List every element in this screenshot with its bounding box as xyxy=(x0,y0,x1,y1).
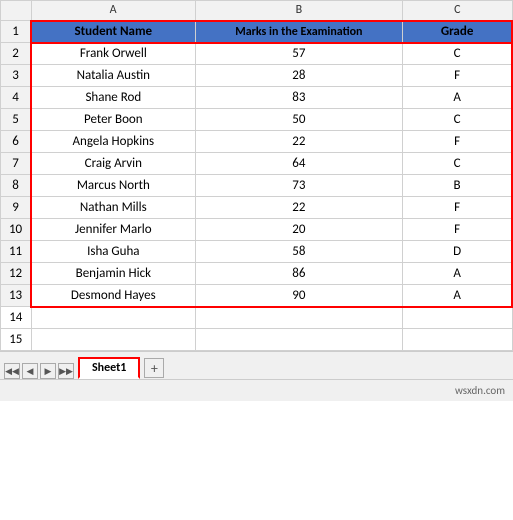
tab-navigation: ◀◀ ◀ ▶ ▶▶ xyxy=(4,363,74,379)
grade-cell: C xyxy=(403,43,512,65)
table-row: 13Desmond Hayes90A xyxy=(1,285,513,307)
marks-cell: 20 xyxy=(195,219,403,241)
row-num-5[interactable]: 5 xyxy=(1,109,32,131)
row-num-10[interactable]: 10 xyxy=(1,219,32,241)
student-name-header: Student Name xyxy=(31,21,195,43)
grade-cell: A xyxy=(403,263,512,285)
add-sheet-button[interactable]: + xyxy=(144,358,164,378)
row-num-6[interactable]: 6 xyxy=(1,131,32,153)
row-num-8[interactable]: 8 xyxy=(1,175,32,197)
table-row: 6Angela Hopkins22F xyxy=(1,131,513,153)
marks-header: Marks in the Examination xyxy=(195,21,403,43)
table-row: 7Craig Arvin64C xyxy=(1,153,513,175)
grade-cell: C xyxy=(403,109,512,131)
marks-cell: 22 xyxy=(195,131,403,153)
marks-cell: 86 xyxy=(195,263,403,285)
table-row: 5Peter Boon50C xyxy=(1,109,513,131)
table-row: 10Jennifer Marlo20F xyxy=(1,219,513,241)
table-row: 2Frank Orwell57C xyxy=(1,43,513,65)
empty-row: 15 xyxy=(1,329,513,351)
student-name-cell: Nathan Mills xyxy=(31,197,195,219)
marks-cell: 50 xyxy=(195,109,403,131)
grade-cell: B xyxy=(403,175,512,197)
tabs-bar: ◀◀ ◀ ▶ ▶▶ Sheet1 + xyxy=(0,351,513,379)
row-num-12[interactable]: 12 xyxy=(1,263,32,285)
student-name-cell: Shane Rod xyxy=(31,87,195,109)
marks-cell: 73 xyxy=(195,175,403,197)
empty-cell[interactable] xyxy=(195,307,403,329)
grade-header: Grade xyxy=(403,21,512,43)
sheet1-tab[interactable]: Sheet1 xyxy=(78,357,140,379)
student-name-cell: Benjamin Hick xyxy=(31,263,195,285)
status-bar: wsxdn.com xyxy=(0,379,513,401)
row-num-2[interactable]: 2 xyxy=(1,43,32,65)
grade-cell: F xyxy=(403,131,512,153)
student-name-cell: Peter Boon xyxy=(31,109,195,131)
grid-area: A B C 1 Student Name Marks in the Examin… xyxy=(0,0,513,351)
row-num-14[interactable]: 14 xyxy=(1,307,32,329)
spreadsheet: A B C 1 Student Name Marks in the Examin… xyxy=(0,0,513,351)
table-row: 3Natalia Austin28F xyxy=(1,65,513,87)
grade-cell: F xyxy=(403,197,512,219)
col-b-header[interactable]: B xyxy=(195,1,403,21)
row-num-15[interactable]: 15 xyxy=(1,329,32,351)
student-name-cell: Natalia Austin xyxy=(31,65,195,87)
tab-nav-last[interactable]: ▶▶ xyxy=(58,363,74,379)
row-num-11[interactable]: 11 xyxy=(1,241,32,263)
table-row: 9Nathan Mills22F xyxy=(1,197,513,219)
header-data-row: 1 Student Name Marks in the Examination … xyxy=(1,21,513,43)
col-a-header[interactable]: A xyxy=(31,1,195,21)
student-name-cell: Angela Hopkins xyxy=(31,131,195,153)
grade-cell: F xyxy=(403,65,512,87)
tab-nav-next[interactable]: ▶ xyxy=(40,363,56,379)
row-num-1[interactable]: 1 xyxy=(1,21,32,43)
marks-cell: 58 xyxy=(195,241,403,263)
corner-cell xyxy=(1,1,32,21)
grade-cell: A xyxy=(403,87,512,109)
tab-nav-first[interactable]: ◀◀ xyxy=(4,363,20,379)
empty-cell[interactable] xyxy=(31,329,195,351)
student-name-cell: Jennifer Marlo xyxy=(31,219,195,241)
col-c-header[interactable]: C xyxy=(403,1,512,21)
grade-cell: A xyxy=(403,285,512,307)
student-name-cell: Marcus North xyxy=(31,175,195,197)
student-name-cell: Frank Orwell xyxy=(31,43,195,65)
row-num-4[interactable]: 4 xyxy=(1,87,32,109)
marks-cell: 90 xyxy=(195,285,403,307)
empty-cell[interactable] xyxy=(403,329,512,351)
marks-cell: 64 xyxy=(195,153,403,175)
row-num-3[interactable]: 3 xyxy=(1,65,32,87)
marks-cell: 22 xyxy=(195,197,403,219)
table-row: 11Isha Guha58D xyxy=(1,241,513,263)
table-row: 4Shane Rod83A xyxy=(1,87,513,109)
watermark: wsxdn.com xyxy=(455,384,505,397)
tab-nav-prev[interactable]: ◀ xyxy=(22,363,38,379)
column-header-row: A B C xyxy=(1,1,513,21)
empty-cell[interactable] xyxy=(31,307,195,329)
grade-cell: C xyxy=(403,153,512,175)
grade-cell: F xyxy=(403,219,512,241)
row-num-13[interactable]: 13 xyxy=(1,285,32,307)
spreadsheet-table: A B C 1 Student Name Marks in the Examin… xyxy=(0,0,513,351)
grade-cell: D xyxy=(403,241,512,263)
student-name-cell: Desmond Hayes xyxy=(31,285,195,307)
student-name-cell: Isha Guha xyxy=(31,241,195,263)
marks-cell: 28 xyxy=(195,65,403,87)
marks-cell: 83 xyxy=(195,87,403,109)
table-row: 12Benjamin Hick86A xyxy=(1,263,513,285)
empty-cell[interactable] xyxy=(195,329,403,351)
row-num-9[interactable]: 9 xyxy=(1,197,32,219)
empty-cell[interactable] xyxy=(403,307,512,329)
student-name-cell: Craig Arvin xyxy=(31,153,195,175)
empty-row: 14 xyxy=(1,307,513,329)
row-num-7[interactable]: 7 xyxy=(1,153,32,175)
marks-cell: 57 xyxy=(195,43,403,65)
table-row: 8Marcus North73B xyxy=(1,175,513,197)
